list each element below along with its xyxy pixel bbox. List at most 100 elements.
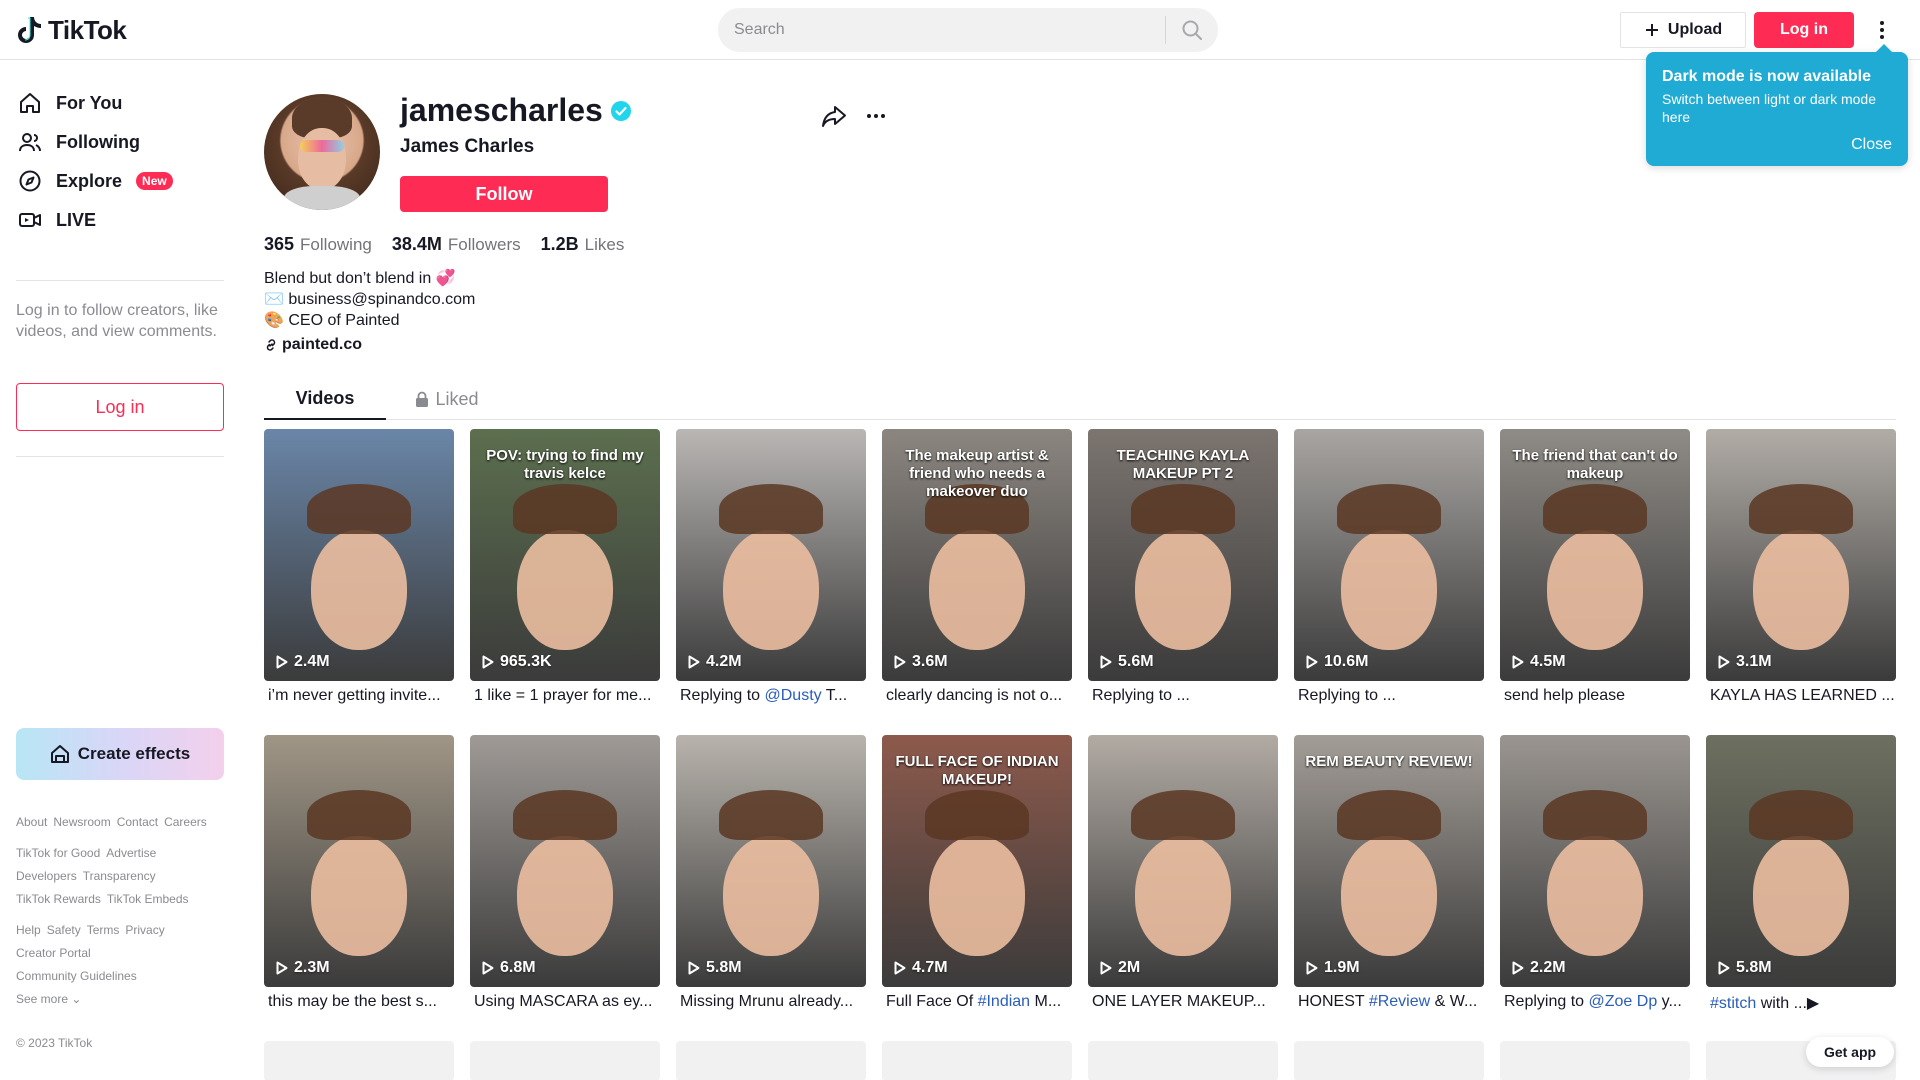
video-card[interactable]: 4.2M Replying to @Dusty T... (676, 429, 866, 705)
video-thumbnail[interactable]: 3.1M (1706, 429, 1896, 681)
video-thumbnail[interactable]: The makeup artist & friend who needs a m… (882, 429, 1072, 681)
video-caption[interactable]: Missing Mrunu already... (676, 993, 866, 1011)
footer-link[interactable]: Privacy (125, 923, 164, 937)
video-card[interactable]: The makeup artist & friend who needs a m… (882, 429, 1072, 705)
video-thumbnail[interactable]: 2M (1088, 735, 1278, 987)
video-caption[interactable]: clearly dancing is not o... (882, 687, 1072, 705)
search-bar (718, 8, 1218, 52)
video-caption[interactable]: send help please (1500, 687, 1690, 705)
sidebar-item-following[interactable]: Following (16, 122, 140, 162)
video-card[interactable]: 6.8M Using MASCARA as ey... (470, 735, 660, 1011)
sidebar-item-live[interactable]: LIVE (16, 200, 96, 240)
video-caption[interactable]: Replying to ... (1088, 687, 1278, 705)
video-thumbnail[interactable]: 6.8M (470, 735, 660, 987)
footer-link[interactable]: Advertise (106, 846, 156, 860)
caption-tag-link[interactable]: @Zoe Dp (1589, 993, 1658, 1010)
video-caption[interactable]: Replying to ... (1294, 687, 1484, 705)
header-login-button[interactable]: Log in (1754, 12, 1854, 48)
video-card[interactable]: POV: trying to find my travis kelce 965.3… (470, 429, 660, 705)
video-thumbnail[interactable]: FULL FACE OF INDIAN MAKEUP! 4.7M (882, 735, 1072, 987)
video-caption[interactable]: ONE LAYER MAKEUP... (1088, 993, 1278, 1011)
follow-button[interactable]: Follow (400, 176, 608, 212)
footer-link[interactable]: Developers (16, 869, 77, 883)
sidebar-login-button[interactable]: Log in (16, 383, 224, 431)
caption-tag-link[interactable]: @Dusty (765, 687, 822, 704)
caption-tag-link[interactable]: #stitch (1710, 995, 1756, 1012)
footer-link[interactable]: Creator Portal (16, 946, 91, 960)
see-more-link[interactable]: See more ⌄ (16, 992, 81, 1006)
video-thumbnail[interactable]: POV: trying to find my travis kelce 965.3… (470, 429, 660, 681)
video-card[interactable]: 3.1M KAYLA HAS LEARNED ... (1706, 429, 1896, 705)
video-caption[interactable]: Replying to @Dusty T... (676, 687, 866, 705)
video-caption[interactable]: #stitch with ...▶ (1706, 993, 1896, 1013)
caption-tag-link[interactable]: #Indian (978, 993, 1031, 1010)
more-menu-icon[interactable] (1872, 14, 1892, 46)
video-caption[interactable]: 1 like = 1 prayer for me... (470, 687, 660, 705)
thumbnail-face-shape (1341, 835, 1437, 956)
video-caption[interactable]: KAYLA HAS LEARNED ... (1706, 687, 1896, 705)
tiktok-logo[interactable]: TikTok (16, 14, 127, 46)
sidebar-item-for-you[interactable]: For You (16, 83, 122, 123)
search-input[interactable] (718, 8, 1165, 52)
footer-link[interactable]: About (16, 815, 47, 829)
video-card[interactable]: 5.8M #stitch with ...▶ (1706, 735, 1896, 1013)
profile-tabs: Videos Liked (264, 378, 1896, 420)
profile-avatar[interactable] (264, 94, 380, 210)
video-thumbnail[interactable]: TEACHING KAYLA MAKEUP PT 2 5.6M (1088, 429, 1278, 681)
video-card[interactable]: 2.4M i’m never getting invite... (264, 429, 454, 705)
footer-link[interactable]: Safety (47, 923, 81, 937)
video-card[interactable]: 5.8M Missing Mrunu already... (676, 735, 866, 1011)
video-card[interactable]: 10.6M Replying to ... (1294, 429, 1484, 705)
video-caption[interactable]: i’m never getting invite... (264, 687, 454, 705)
tab-liked[interactable]: Liked (386, 378, 508, 420)
tab-videos[interactable]: Videos (264, 378, 386, 420)
search-button[interactable] (1166, 8, 1218, 52)
video-thumbnail[interactable]: 2.2M (1500, 735, 1690, 987)
video-card[interactable]: 2M ONE LAYER MAKEUP... (1088, 735, 1278, 1011)
video-thumbnail[interactable]: The friend that can't do makeup 4.5M (1500, 429, 1690, 681)
create-effects-button[interactable]: Create effects (16, 728, 224, 780)
footer-link[interactable]: Help (16, 923, 41, 937)
footer-link[interactable]: Contact (117, 815, 158, 829)
video-thumbnail[interactable]: 4.2M (676, 429, 866, 681)
video-thumbnail[interactable]: 5.8M (676, 735, 866, 987)
video-card[interactable]: 2.2M Replying to @Zoe Dp y... (1500, 735, 1690, 1011)
video-thumbnail[interactable]: 10.6M (1294, 429, 1484, 681)
footer-link[interactable]: Community Guidelines (16, 969, 137, 983)
video-caption[interactable]: Using MASCARA as ey... (470, 993, 660, 1011)
thumbnail-face-shape (929, 529, 1025, 650)
video-card[interactable]: TEACHING KAYLA MAKEUP PT 2 5.6M Replying t… (1088, 429, 1278, 705)
video-thumbnail[interactable]: 2.3M (264, 735, 454, 987)
video-caption[interactable]: HONEST #Review & W... (1294, 993, 1484, 1011)
footer-link[interactable]: Transparency (83, 869, 156, 883)
get-app-button[interactable]: Get app (1806, 1037, 1894, 1067)
profile-link[interactable]: painted.co (264, 336, 362, 354)
footer-link[interactable]: TikTok Rewards (16, 892, 101, 906)
stat-followers[interactable]: 38.4M Followers (392, 234, 521, 255)
video-thumbnail[interactable]: REM BEAUTY REVIEW! 1.9M (1294, 735, 1484, 987)
video-card[interactable]: The friend that can't do makeup 4.5M send … (1500, 429, 1690, 705)
upload-button[interactable]: Upload (1620, 12, 1746, 48)
footer-link[interactable]: TikTok for Good (16, 846, 100, 860)
share-icon[interactable] (820, 102, 848, 130)
thumbnail-overlay-text: FULL FACE OF INDIAN MAKEUP! (895, 753, 1059, 788)
stat-following[interactable]: 365 Following (264, 234, 372, 255)
video-caption[interactable]: Replying to @Zoe Dp y... (1500, 993, 1690, 1011)
video-card[interactable]: 2.3M this may be the best s... (264, 735, 454, 1011)
sidebar-item-explore[interactable]: Explore New (16, 161, 173, 201)
video-caption[interactable]: this may be the best s... (264, 993, 454, 1011)
footer-link[interactable]: Newsroom (53, 815, 110, 829)
tooltip-close-button[interactable]: Close (1851, 136, 1892, 154)
login-note: Log in to follow creators, like videos, … (16, 302, 218, 340)
footer-link[interactable]: Careers (164, 815, 207, 829)
profile-username: jamescharles (400, 92, 631, 129)
footer-link[interactable]: Terms (87, 923, 120, 937)
profile-more-icon[interactable] (862, 102, 890, 130)
video-thumbnail[interactable]: 2.4M (264, 429, 454, 681)
video-card[interactable]: FULL FACE OF INDIAN MAKEUP! 4.7M Full Face… (882, 735, 1072, 1011)
footer-link[interactable]: TikTok Embeds (107, 892, 189, 906)
video-thumbnail[interactable]: 5.8M (1706, 735, 1896, 987)
caption-tag-link[interactable]: #Review (1369, 993, 1430, 1010)
video-caption[interactable]: Full Face Of #Indian M... (882, 993, 1072, 1011)
video-card[interactable]: REM BEAUTY REVIEW! 1.9M HONEST #Review & W… (1294, 735, 1484, 1011)
